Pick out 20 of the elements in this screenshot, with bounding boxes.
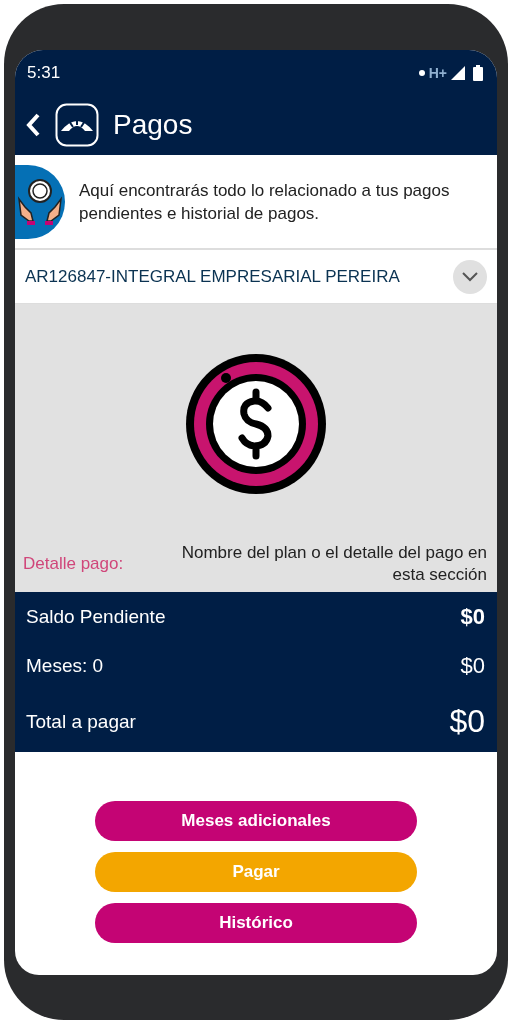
- banner-text: Aquí encontrarás todo lo relacionado a tus pagos pendientes e historial de pagos.: [78, 179, 451, 225]
- network-type: H+: [428, 64, 447, 81]
- action-button[interactable]: Meses adicionales: [95, 801, 417, 841]
- summary-label: Meses: 0: [26, 655, 104, 678]
- chevron-down-icon: [453, 259, 487, 294]
- dot-icon: [418, 69, 425, 76]
- summary-value: $0: [460, 653, 485, 680]
- action-button[interactable]: Histórico: [95, 903, 417, 943]
- signal-icon: [451, 65, 465, 80]
- summary-label: Total a pagar: [26, 710, 136, 733]
- back-icon[interactable]: [25, 112, 41, 138]
- status-time: 5:31: [27, 62, 61, 83]
- summary-value: $0: [449, 703, 485, 741]
- detail-label: Detalle pago:: [23, 554, 124, 574]
- page-title: Pagos: [113, 109, 193, 141]
- detail-text: Nombre del plan o el detalle del pago en esta sección: [180, 542, 487, 586]
- battery-icon: [473, 64, 483, 81]
- summary-label: Saldo Pendiente: [26, 605, 166, 628]
- logo-icon: [55, 103, 99, 147]
- summary-value: $0: [460, 603, 485, 630]
